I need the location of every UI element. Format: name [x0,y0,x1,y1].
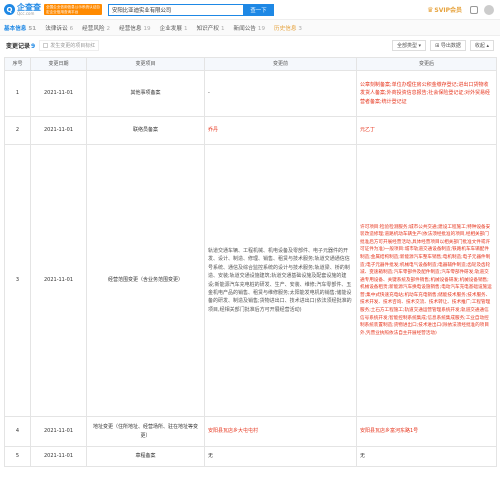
row-item: 地址变更（住所地址、经营场所、驻在地址等变更） [86,416,205,447]
row-after: 公章刻制备案;单位办理住房公积金缴存登记;进出口货物收发货人备案;外商投资信息报… [356,70,497,117]
tab-operation[interactable]: 经营信息 19 [119,24,160,32]
row-no: 4 [4,416,31,447]
avatar[interactable] [484,4,494,15]
row-date: 2021-11-01 [30,416,87,447]
row-before: 轨道交通车辆、工程机械、机电设备及零部件、电子元器件的开发、设计、制造、修理、销… [204,144,357,417]
row-item: 联络员备案 [86,116,205,145]
row-date: 2021-11-01 [30,70,87,117]
change-record-table: 序号 变更日期 变更项目 变更前 变更后 1 2021-11-01 其他事项备案… [4,57,497,467]
logo-sub: Qcc.com [17,10,35,16]
search-input[interactable]: 安阳比亚迪实业有限公司 [108,3,243,16]
section-nav: 基本信息 51 法律诉讼 6 经营风险 2 经营信息 19 企业发展 1 知识产权 1 新闻… [0,20,500,36]
section-title: 变更记录9 [6,42,36,50]
logo[interactable]: Q 企查查 Qcc.com [4,3,41,16]
tab-news[interactable]: 新闻公告 19 [234,24,275,32]
search-button[interactable]: 查一下 [243,3,274,16]
certification-badge: 全国企业信用信息公示系统认证自定企业信用查询平台 [44,4,102,15]
row-no: 1 [4,70,31,117]
row-before: 乔丹 [204,116,357,145]
row-after: 元乙丁 [356,116,497,145]
collapse-button[interactable]: 收起 ▴ [469,39,494,51]
vip-label: SVIP会员 [434,7,462,14]
table-row: 5 2021-11-01 章程备案 无 无 [4,446,497,467]
crown-icon: ♛ [427,5,434,14]
row-item: 经营范围变更（含业务范围变更） [86,144,205,417]
col-header-no: 序号 [4,57,31,71]
highlight-changes-checkbox[interactable]: 发生变更的项目标红 [39,39,100,51]
row-date: 2021-11-01 [30,144,87,417]
vip-link[interactable]: ♛ SVIP会员 [427,5,462,15]
tab-risk[interactable]: 经营风险 2 [82,24,119,32]
tab-basic-info[interactable]: 基本信息 51 [4,24,45,32]
col-header-before: 变更前 [204,57,357,71]
row-item: 其他事项备案 [86,70,205,117]
tab-development[interactable]: 企业发展 1 [160,24,197,32]
col-header-after: 变更后 [356,57,497,71]
table-row: 3 2021-11-01 经营范围变更（含业务范围变更） 轨道交通车辆、工程机械… [4,144,497,417]
table-header-row: 序号 变更日期 变更项目 变更前 变更后 [4,57,497,71]
table-row: 1 2021-11-01 其他事项备案 - 公章刻制备案;单位办理住房公积金缴存… [4,70,497,117]
export-button[interactable]: ⊞ 导出数据 [430,39,466,51]
row-no: 2 [4,116,31,145]
row-no: 3 [4,144,31,417]
row-item: 章程备案 [86,446,205,467]
table-row: 2 2021-11-01 联络员备案 乔丹 元乙丁 [4,116,497,145]
row-date: 2021-11-01 [30,446,87,467]
logo-icon: Q [4,4,15,15]
row-after: 安阳县瓦店乡富河东路1号 [356,416,497,447]
col-header-date: 变更日期 [30,57,87,71]
row-date: 2021-11-01 [30,116,87,145]
col-header-item: 变更项目 [86,57,205,71]
row-after: 许可项目:检验检测服务;城市公共交通;建设工程施工;特种设备安装改造修理;道路机… [356,144,497,417]
row-no: 5 [4,446,31,467]
tab-legal[interactable]: 法律诉讼 6 [45,24,82,32]
change-record-header: 变更记录9 发生变更的项目标红 全部类型 ▾ ⊞ 导出数据 收起 ▴ [0,36,500,54]
row-before: 安阳县瓦店乡大屯屯村 [204,416,357,447]
row-after: 无 [356,446,497,467]
table-row: 4 2021-11-01 地址变更（住所地址、经营场所、驻在地址等变更） 安阳县… [4,416,497,447]
notification-icon[interactable] [470,5,478,14]
top-bar: Q 企查查 Qcc.com 全国企业信用信息公示系统认证自定企业信用查询平台 安… [0,0,500,20]
checkbox-icon [43,42,49,48]
tab-history[interactable]: 历史信息 3 [274,24,311,32]
type-filter-select[interactable]: 全部类型 ▾ [391,39,427,51]
row-before: - [204,70,357,117]
tab-ip[interactable]: 知识产权 1 [197,24,234,32]
row-before: 无 [204,446,357,467]
